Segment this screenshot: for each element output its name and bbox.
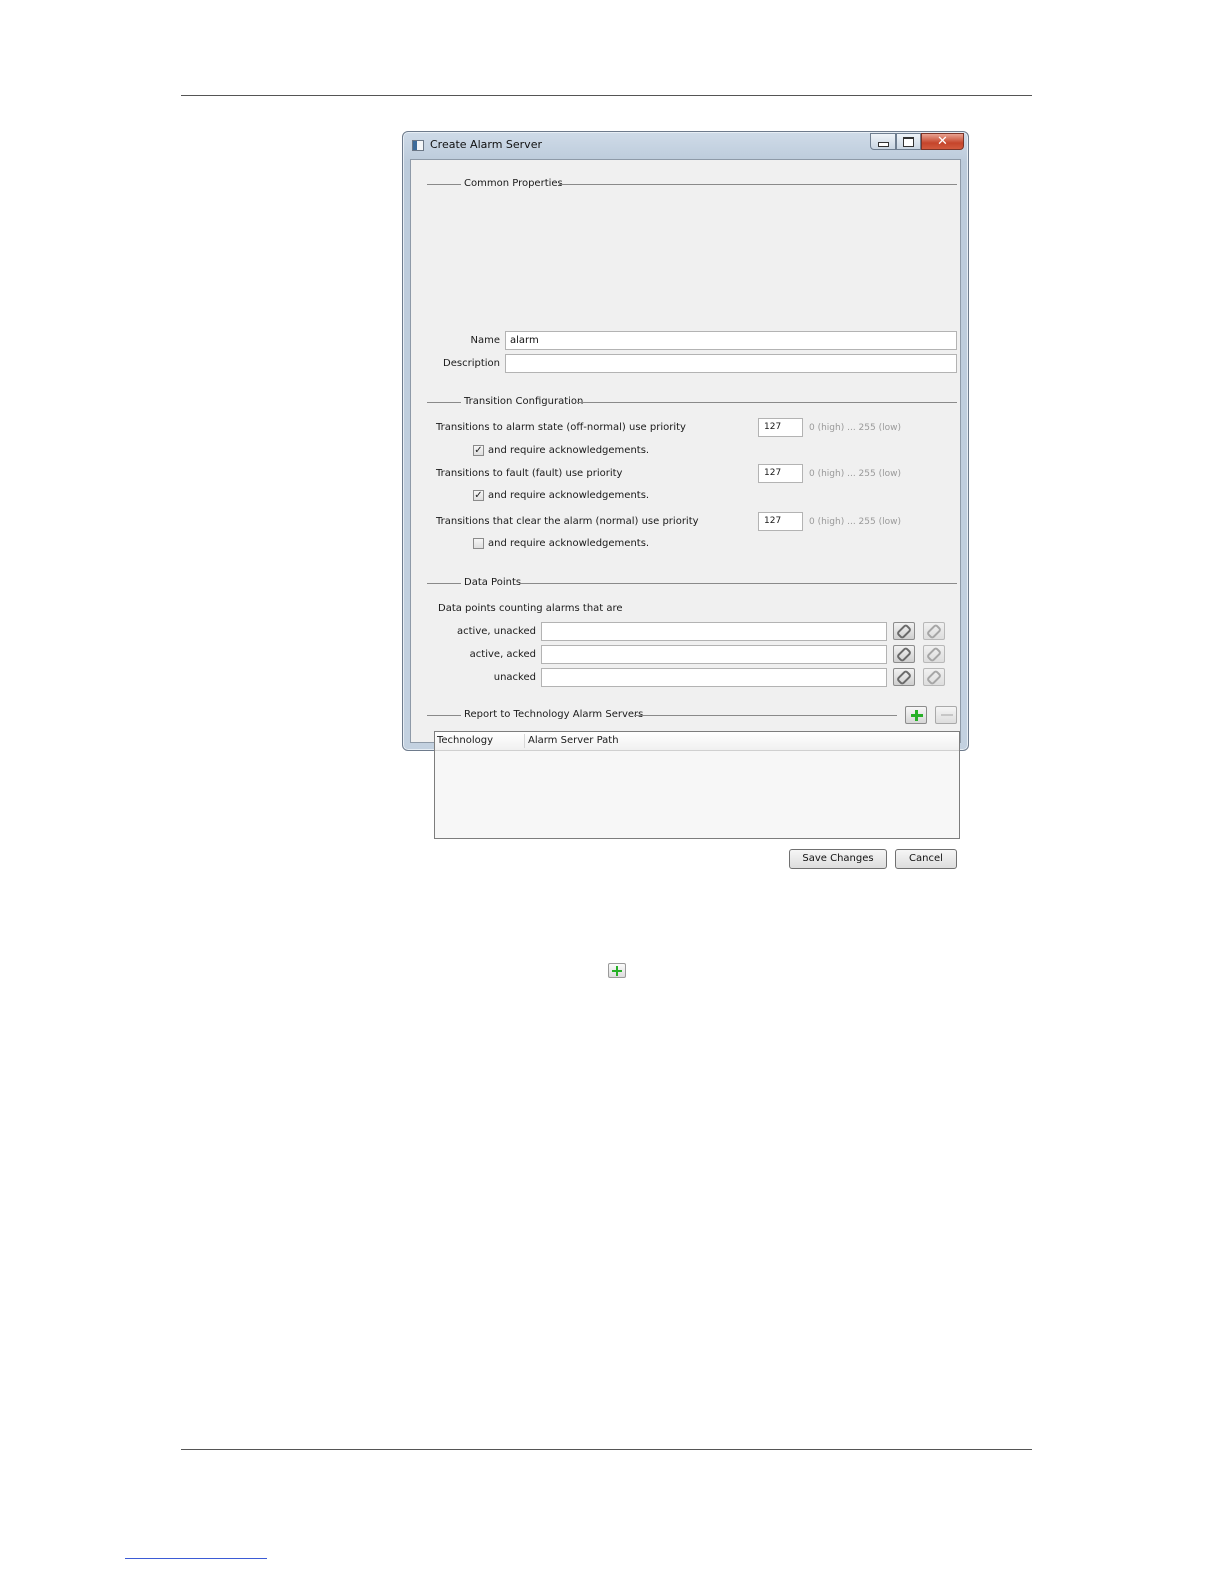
normal-priority-range-hint: 0 (high) ... 255 (low) [809,517,901,527]
active-acked-field[interactable] [541,645,887,664]
alarm-ack-label: and require acknowledgements. [488,445,650,456]
section-heading: Data Points [464,577,525,589]
footer-link-underline [125,1558,267,1559]
table-header: Technology Alarm Server Path [435,732,959,751]
data-points-intro: Data points counting alarms that are [438,603,623,614]
common-properties-section: Common Properties [427,178,957,190]
create-alarm-server-dialog: Create Alarm Server ✕ Common Properties … [402,131,969,869]
add-server-button[interactable] [905,706,927,724]
close-icon: ✕ [937,134,948,149]
column-alarm-server-path[interactable]: Alarm Server Path [528,735,619,747]
minimize-icon [877,142,889,147]
fault-priority-input[interactable]: 127 [758,464,803,483]
section-heading: Common Properties [464,178,566,190]
data-points-section: Data Points [427,577,957,589]
normal-ack-label: and require acknowledgements. [488,538,650,549]
alarm-priority-label: Transitions to alarm state (off-normal) … [436,422,686,433]
fault-ack-checkbox[interactable]: ✓ [473,490,484,501]
unlink-button[interactable] [923,668,945,686]
normal-ack-checkbox[interactable] [473,538,484,549]
name-label: Name [470,335,500,346]
maximize-icon [903,136,914,147]
unlink-icon [925,645,943,663]
name-field[interactable]: alarm [505,331,957,350]
description-field[interactable] [505,354,957,373]
unlink-icon [925,668,943,686]
cancel-button[interactable]: Cancel [895,849,957,869]
dialog-body: Common Properties Name alarm Description… [410,159,961,869]
page-footer-rule [181,1449,1032,1450]
transition-configuration-section: Transition Configuration [427,396,957,408]
minimize-button[interactable] [870,133,896,150]
window-icon [412,140,424,151]
unacked-label: unacked [493,672,536,683]
unlink-button[interactable] [923,622,945,640]
link-icon [895,622,913,640]
unlink-button[interactable] [923,645,945,663]
normal-priority-input[interactable]: 127 [758,512,803,531]
section-heading: Report to Technology Alarm Servers [464,709,647,721]
remove-server-button[interactable] [935,706,957,724]
column-technology[interactable]: Technology [437,735,493,747]
link-button[interactable] [893,645,915,663]
link-button[interactable] [893,668,915,686]
alarm-priority-range-hint: 0 (high) ... 255 (low) [809,423,901,433]
link-button[interactable] [893,622,915,640]
alarm-priority-input[interactable]: 127 [758,418,803,437]
remove-icon [941,714,953,716]
technology-servers-table[interactable]: Technology Alarm Server Path [434,731,960,839]
link-icon [895,645,913,663]
unlink-icon [925,622,943,640]
window-title: Create Alarm Server [430,138,542,151]
active-unacked-field[interactable] [541,622,887,641]
active-acked-label: active, acked [469,649,536,660]
maximize-button[interactable] [896,133,921,150]
close-button[interactable]: ✕ [921,133,964,150]
fault-priority-range-hint: 0 (high) ... 255 (low) [809,469,901,479]
fault-ack-label: and require acknowledgements. [488,490,650,501]
section-heading: Transition Configuration [464,396,587,408]
description-label: Description [443,358,500,369]
normal-priority-label: Transitions that clear the alarm (normal… [436,516,699,527]
active-unacked-label: active, unacked [457,626,536,637]
alarm-ack-checkbox[interactable]: ✓ [473,445,484,456]
link-icon [895,668,913,686]
report-section: Report to Technology Alarm Servers [427,709,897,721]
title-bar[interactable]: Create Alarm Server ✕ [403,132,968,158]
fault-priority-label: Transitions to fault (fault) use priorit… [436,468,623,479]
unacked-field[interactable] [541,668,887,687]
save-changes-button[interactable]: Save Changes [789,849,887,869]
page-header-rule [181,95,1032,96]
inline-add-icon [608,963,626,978]
